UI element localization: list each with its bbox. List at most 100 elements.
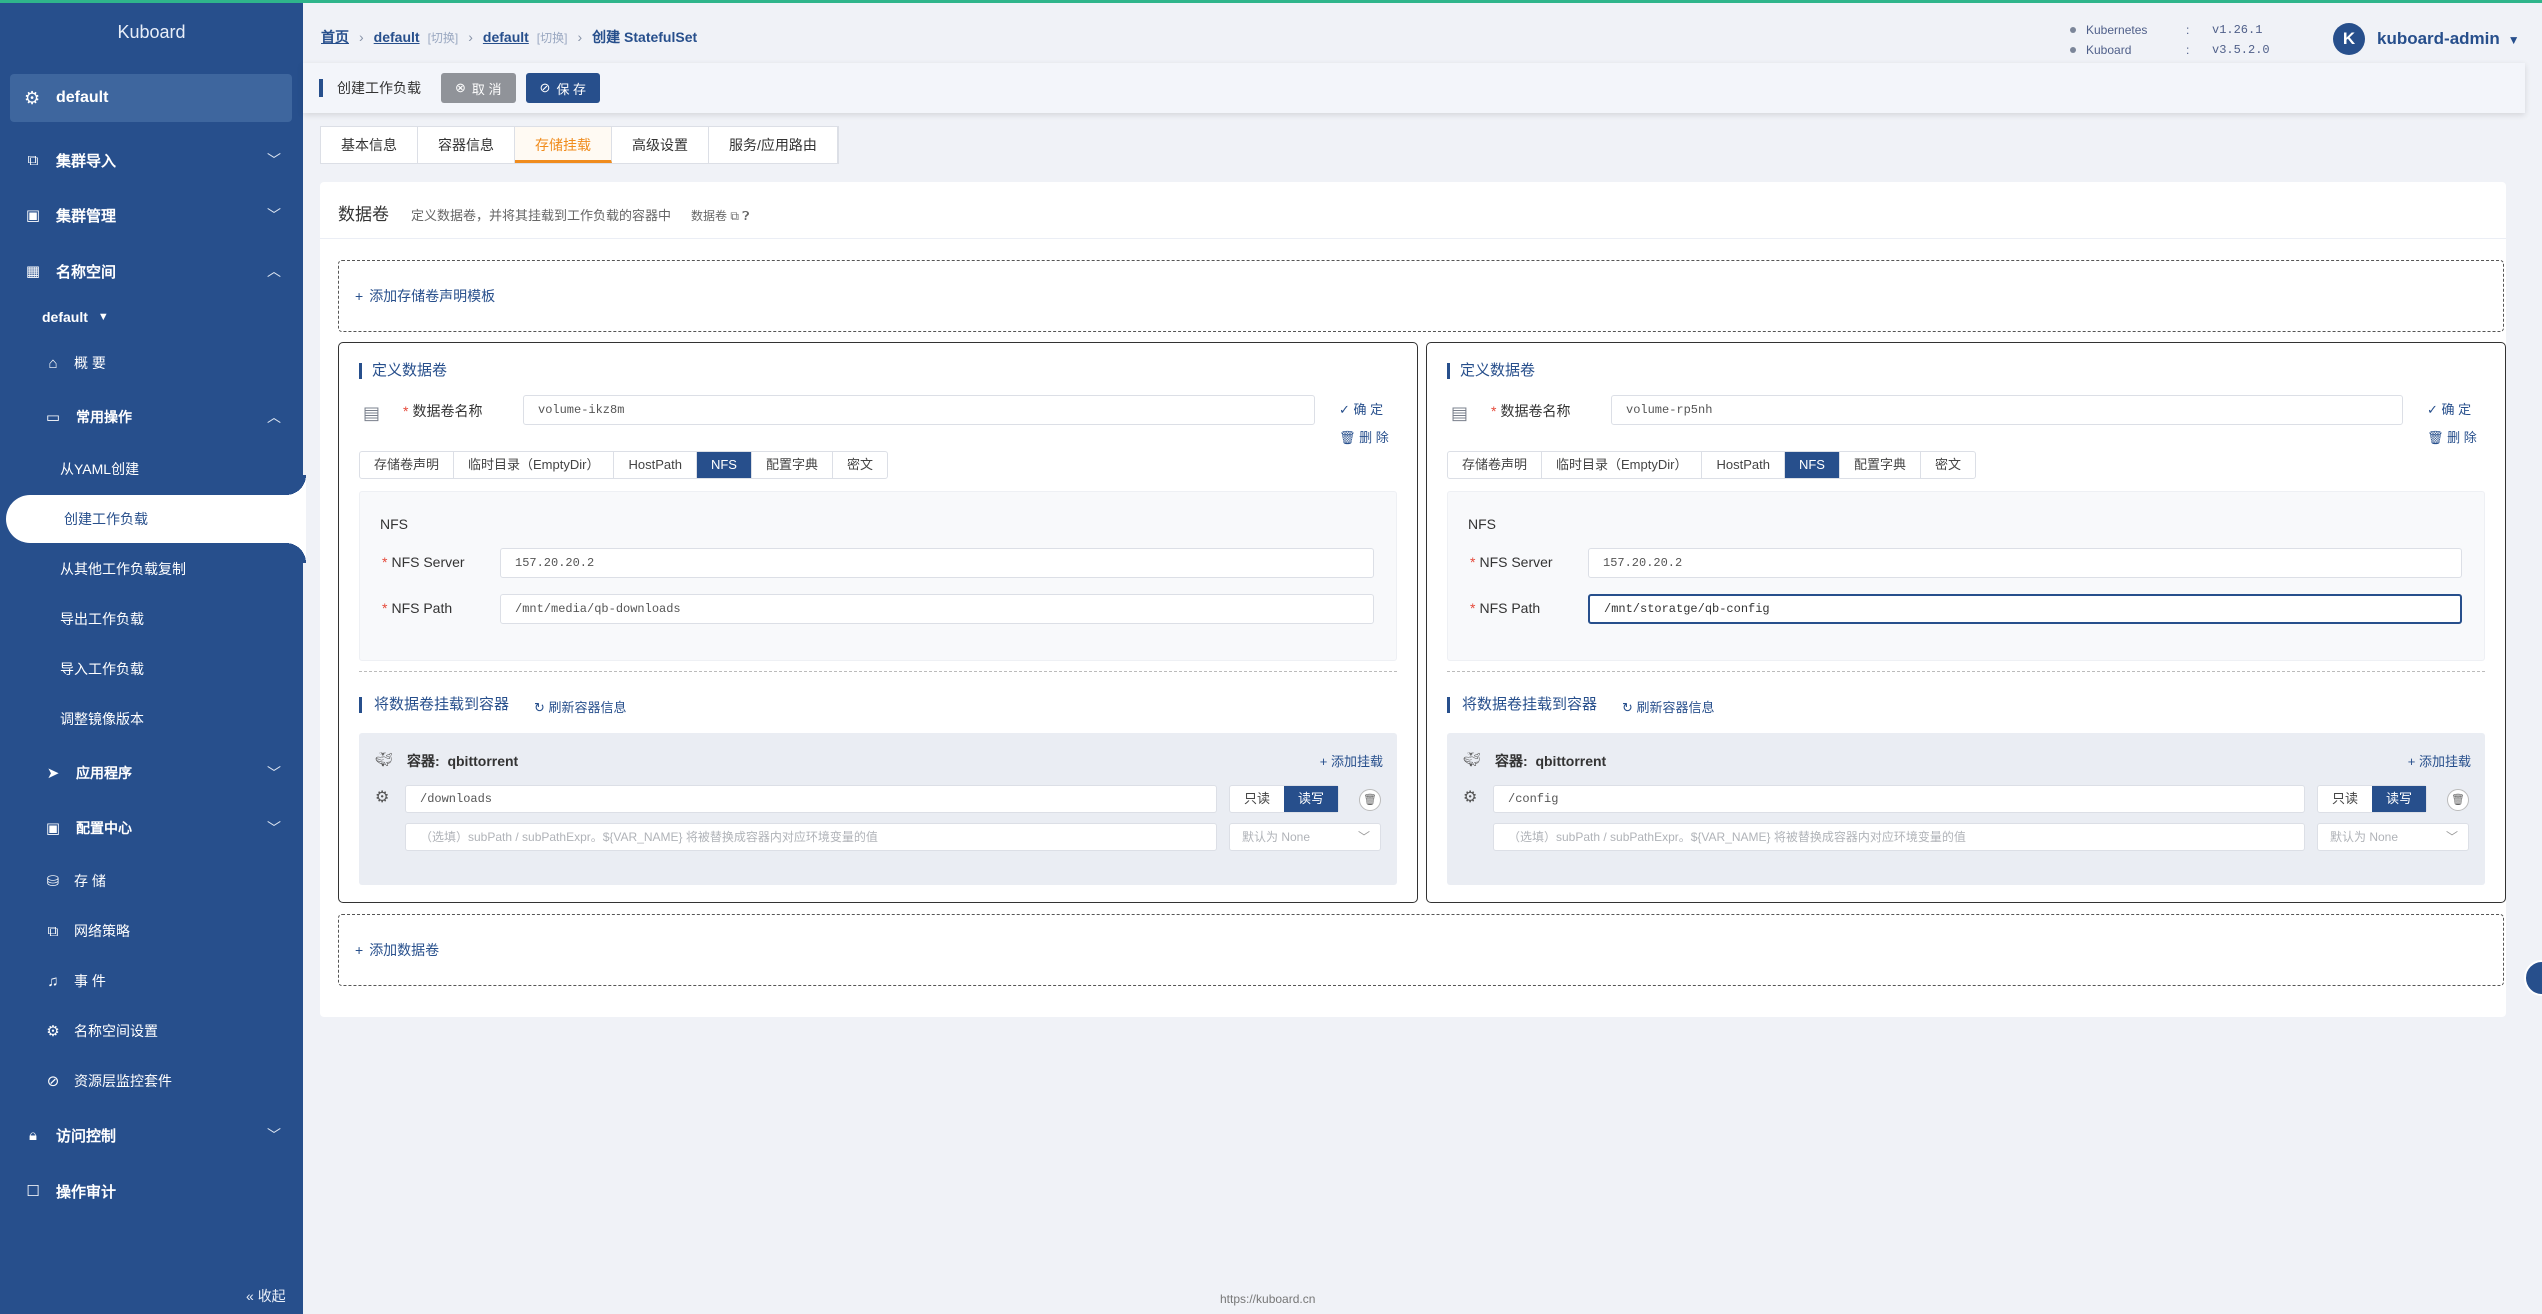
container-value: qbittorrent xyxy=(447,753,519,769)
mount-path-input[interactable]: /config xyxy=(1493,785,2305,813)
tab-secret[interactable]: 密文 xyxy=(1921,452,1975,478)
sidebar-item-config-center[interactable]: ▣ 配置中心 ﹀ xyxy=(0,804,303,852)
volume-name-input[interactable]: volume-rp5nh xyxy=(1611,395,2403,425)
breadcrumb-namespace[interactable]: default xyxy=(483,29,529,45)
volume-panel-title: 定义数据卷 xyxy=(359,363,447,379)
tab-advanced-settings[interactable]: 高级设置 xyxy=(612,127,709,163)
tab-configmap[interactable]: 配置字典 xyxy=(1840,452,1921,478)
add-volume-button[interactable]: + 添加数据卷 xyxy=(338,914,2504,986)
sidebar-item-cluster-import[interactable]: ⧉ 集群导入 ﹀ xyxy=(0,136,303,184)
sidebar-item-storage[interactable]: ⛁ 存 储 xyxy=(0,858,303,904)
tab-hostpath[interactable]: HostPath xyxy=(614,452,697,478)
confirm-button[interactable]: ✓ 确 定 xyxy=(2427,399,2471,418)
save-button[interactable]: ⊘ 保 存 xyxy=(525,73,601,103)
sidebar-item-common-ops[interactable]: ▭ 常用操作 ︿ xyxy=(0,393,303,441)
tab-pvc[interactable]: 存储卷声明 xyxy=(360,452,455,478)
add-mount-button[interactable]: + 添加挂载 xyxy=(2408,751,2471,770)
save-label: 保 存 xyxy=(556,81,587,97)
check-circle-icon: ⊘ xyxy=(539,80,551,95)
readwrite-option[interactable]: 读写 xyxy=(1284,786,1339,812)
sidebar-item-copy-workload[interactable]: 从其他工作负载复制 xyxy=(0,546,303,592)
sidebar-collapse-button[interactable]: « 收起 xyxy=(246,1286,286,1306)
sidebar-item-apps[interactable]: ➤ 应用程序 ﹀ xyxy=(0,749,303,797)
tab-nfs[interactable]: NFS xyxy=(1784,452,1840,478)
tab-secret[interactable]: 密文 xyxy=(833,452,887,478)
breadcrumb-namespace-switch[interactable]: [切换] xyxy=(537,29,568,46)
sidebar-item-net-policy[interactable]: ⧉ 网络策略 xyxy=(0,908,303,954)
remove-mount-button[interactable]: 🗑︎ xyxy=(1359,789,1381,811)
breadcrumb-cluster[interactable]: default xyxy=(374,29,420,45)
sidebar-item-from-yaml[interactable]: 从YAML创建 xyxy=(0,446,303,492)
add-pvc-template-button[interactable]: + 添加存储卷声明模板 xyxy=(338,260,2504,332)
namespace-select[interactable]: default ▼ xyxy=(0,294,303,340)
breadcrumb-home[interactable]: 首页 xyxy=(321,27,349,47)
nfs-server-input[interactable]: 157.20.20.2 xyxy=(500,548,1374,578)
propagation-select[interactable]: 默认为 None ﹀ xyxy=(2317,823,2469,851)
sidebar-item-label: 存 储 xyxy=(74,873,106,889)
sidebar-item-audit[interactable]: ☐ 操作审计 xyxy=(0,1167,303,1215)
tab-basic-info[interactable]: 基本信息 xyxy=(321,127,418,163)
sidebar-item-monitor[interactable]: ⊘ 资源层监控套件 xyxy=(0,1058,303,1104)
sidebar-item-label: 集群管理 xyxy=(56,207,117,225)
version-colon: : xyxy=(2186,23,2190,37)
volumes-doc-link[interactable]: 数据卷 ⧉ ❓︎ xyxy=(691,207,750,224)
audit-icon: ☐ xyxy=(26,1183,40,1200)
tab-container-info[interactable]: 容器信息 xyxy=(418,127,515,163)
propagation-placeholder: 默认为 None xyxy=(2330,830,2399,844)
add-mount-button[interactable]: + 添加挂载 xyxy=(1320,751,1383,770)
tab-emptydir[interactable]: 临时目录（EmptyDir） xyxy=(454,452,615,478)
sidebar-item-adjust-image[interactable]: 调整镜像版本 xyxy=(0,696,303,742)
version-colon: : xyxy=(2186,43,2190,57)
propagation-select[interactable]: 默认为 None ﹀ xyxy=(1229,823,1381,851)
remove-mount-button[interactable]: 🗑︎ xyxy=(2447,789,2469,811)
chevron-down-icon: ﹀ xyxy=(267,820,281,836)
volume-panel: 定义数据卷 ▤ * 数据卷名称 volume-ikz8m ✓ 确 定 🗑︎ 删 除… xyxy=(338,342,1418,903)
chat-icon[interactable] xyxy=(2524,960,2542,996)
chevron-right-icon: › xyxy=(577,29,583,45)
sidebar-item-export-workload[interactable]: 导出工作负载 xyxy=(0,596,303,642)
nfs-path-input[interactable]: /mnt/storatge/qb-config xyxy=(1588,594,2462,624)
sidebar-item-cluster-manage[interactable]: ▣ 集群管理 ﹀ xyxy=(0,191,303,239)
tab-nfs[interactable]: NFS xyxy=(696,452,752,478)
delete-button[interactable]: 🗑︎ 删 除 xyxy=(2427,427,2477,446)
confirm-button[interactable]: ✓ 确 定 xyxy=(1339,399,1383,418)
sidebar-item-namespace[interactable]: ▦ 名称空间 ︿ xyxy=(0,247,303,295)
briefcase-icon: ▣ xyxy=(45,820,61,837)
sidebar-item-import-workload[interactable]: 导入工作负载 xyxy=(0,646,303,692)
mount-path-input[interactable]: /downloads xyxy=(405,785,1217,813)
sidebar-item-ns-settings[interactable]: ⚙ 名称空间设置 xyxy=(0,1008,303,1054)
readwrite-option[interactable]: 读写 xyxy=(2372,786,2427,812)
refresh-container-button[interactable]: ↻ 刷新容器信息 xyxy=(534,697,627,716)
footer-link[interactable]: https://kuboard.cn xyxy=(1220,1292,1315,1306)
paperclip-icon: ⊘ xyxy=(46,1073,60,1090)
tab-storage-mount[interactable]: 存储挂载 xyxy=(515,127,612,163)
tab-emptydir[interactable]: 临时目录（EmptyDir） xyxy=(1542,452,1703,478)
breadcrumb-cluster-switch[interactable]: [切换] xyxy=(428,29,459,46)
container-label: 容器: xyxy=(407,753,440,769)
container-name: 容器: qbittorrent xyxy=(1495,751,1606,771)
tab-pvc[interactable]: 存储卷声明 xyxy=(1448,452,1543,478)
sidebar-namespace-header[interactable]: ⚙ default xyxy=(10,74,292,122)
cancel-button[interactable]: ⊗ 取 消 xyxy=(441,73,516,103)
volume-panel-title: 定义数据卷 xyxy=(1447,363,1535,379)
readonly-option[interactable]: 只读 xyxy=(1230,786,1284,812)
subpath-input[interactable]: （选填）subPath / subPathExpr。${VAR_NAME} 将被… xyxy=(405,823,1217,851)
nfs-server-input[interactable]: 157.20.20.2 xyxy=(1588,548,2462,578)
tab-hostpath[interactable]: HostPath xyxy=(1702,452,1785,478)
sidebar-item-access-control[interactable]: 🔒︎ 访问控制 ﹀ xyxy=(0,1111,303,1159)
sidebar-item-events[interactable]: ♫ 事 件 xyxy=(0,958,303,1004)
readonly-option[interactable]: 只读 xyxy=(2318,786,2372,812)
sidebar-item-overview[interactable]: ⌂ 概 要 xyxy=(0,340,303,386)
subpath-input[interactable]: （选填）subPath / subPathExpr。${VAR_NAME} 将被… xyxy=(1493,823,2305,851)
cancel-label: 取 消 xyxy=(471,81,502,97)
delete-button[interactable]: 🗑︎ 删 除 xyxy=(1339,427,1389,446)
tab-service-routing[interactable]: 服务/应用路由 xyxy=(709,127,838,163)
add-pvc-template-label: 添加存储卷声明模板 xyxy=(369,288,496,304)
nfs-path-input[interactable]: /mnt/media/qb-downloads xyxy=(500,594,1374,624)
volumes-card: 数据卷 定义数据卷，并将其挂载到工作负载的容器中 数据卷 ⧉ ❓︎ + 添加存储… xyxy=(320,182,2506,1017)
user-menu[interactable]: K kuboard-admin ▼ xyxy=(2333,23,2520,55)
volume-name-input[interactable]: volume-ikz8m xyxy=(523,395,1315,425)
sidebar-item-create-workload[interactable]: 创建工作负载 xyxy=(6,475,306,563)
refresh-container-button[interactable]: ↻ 刷新容器信息 xyxy=(1622,697,1715,716)
tab-configmap[interactable]: 配置字典 xyxy=(752,452,833,478)
